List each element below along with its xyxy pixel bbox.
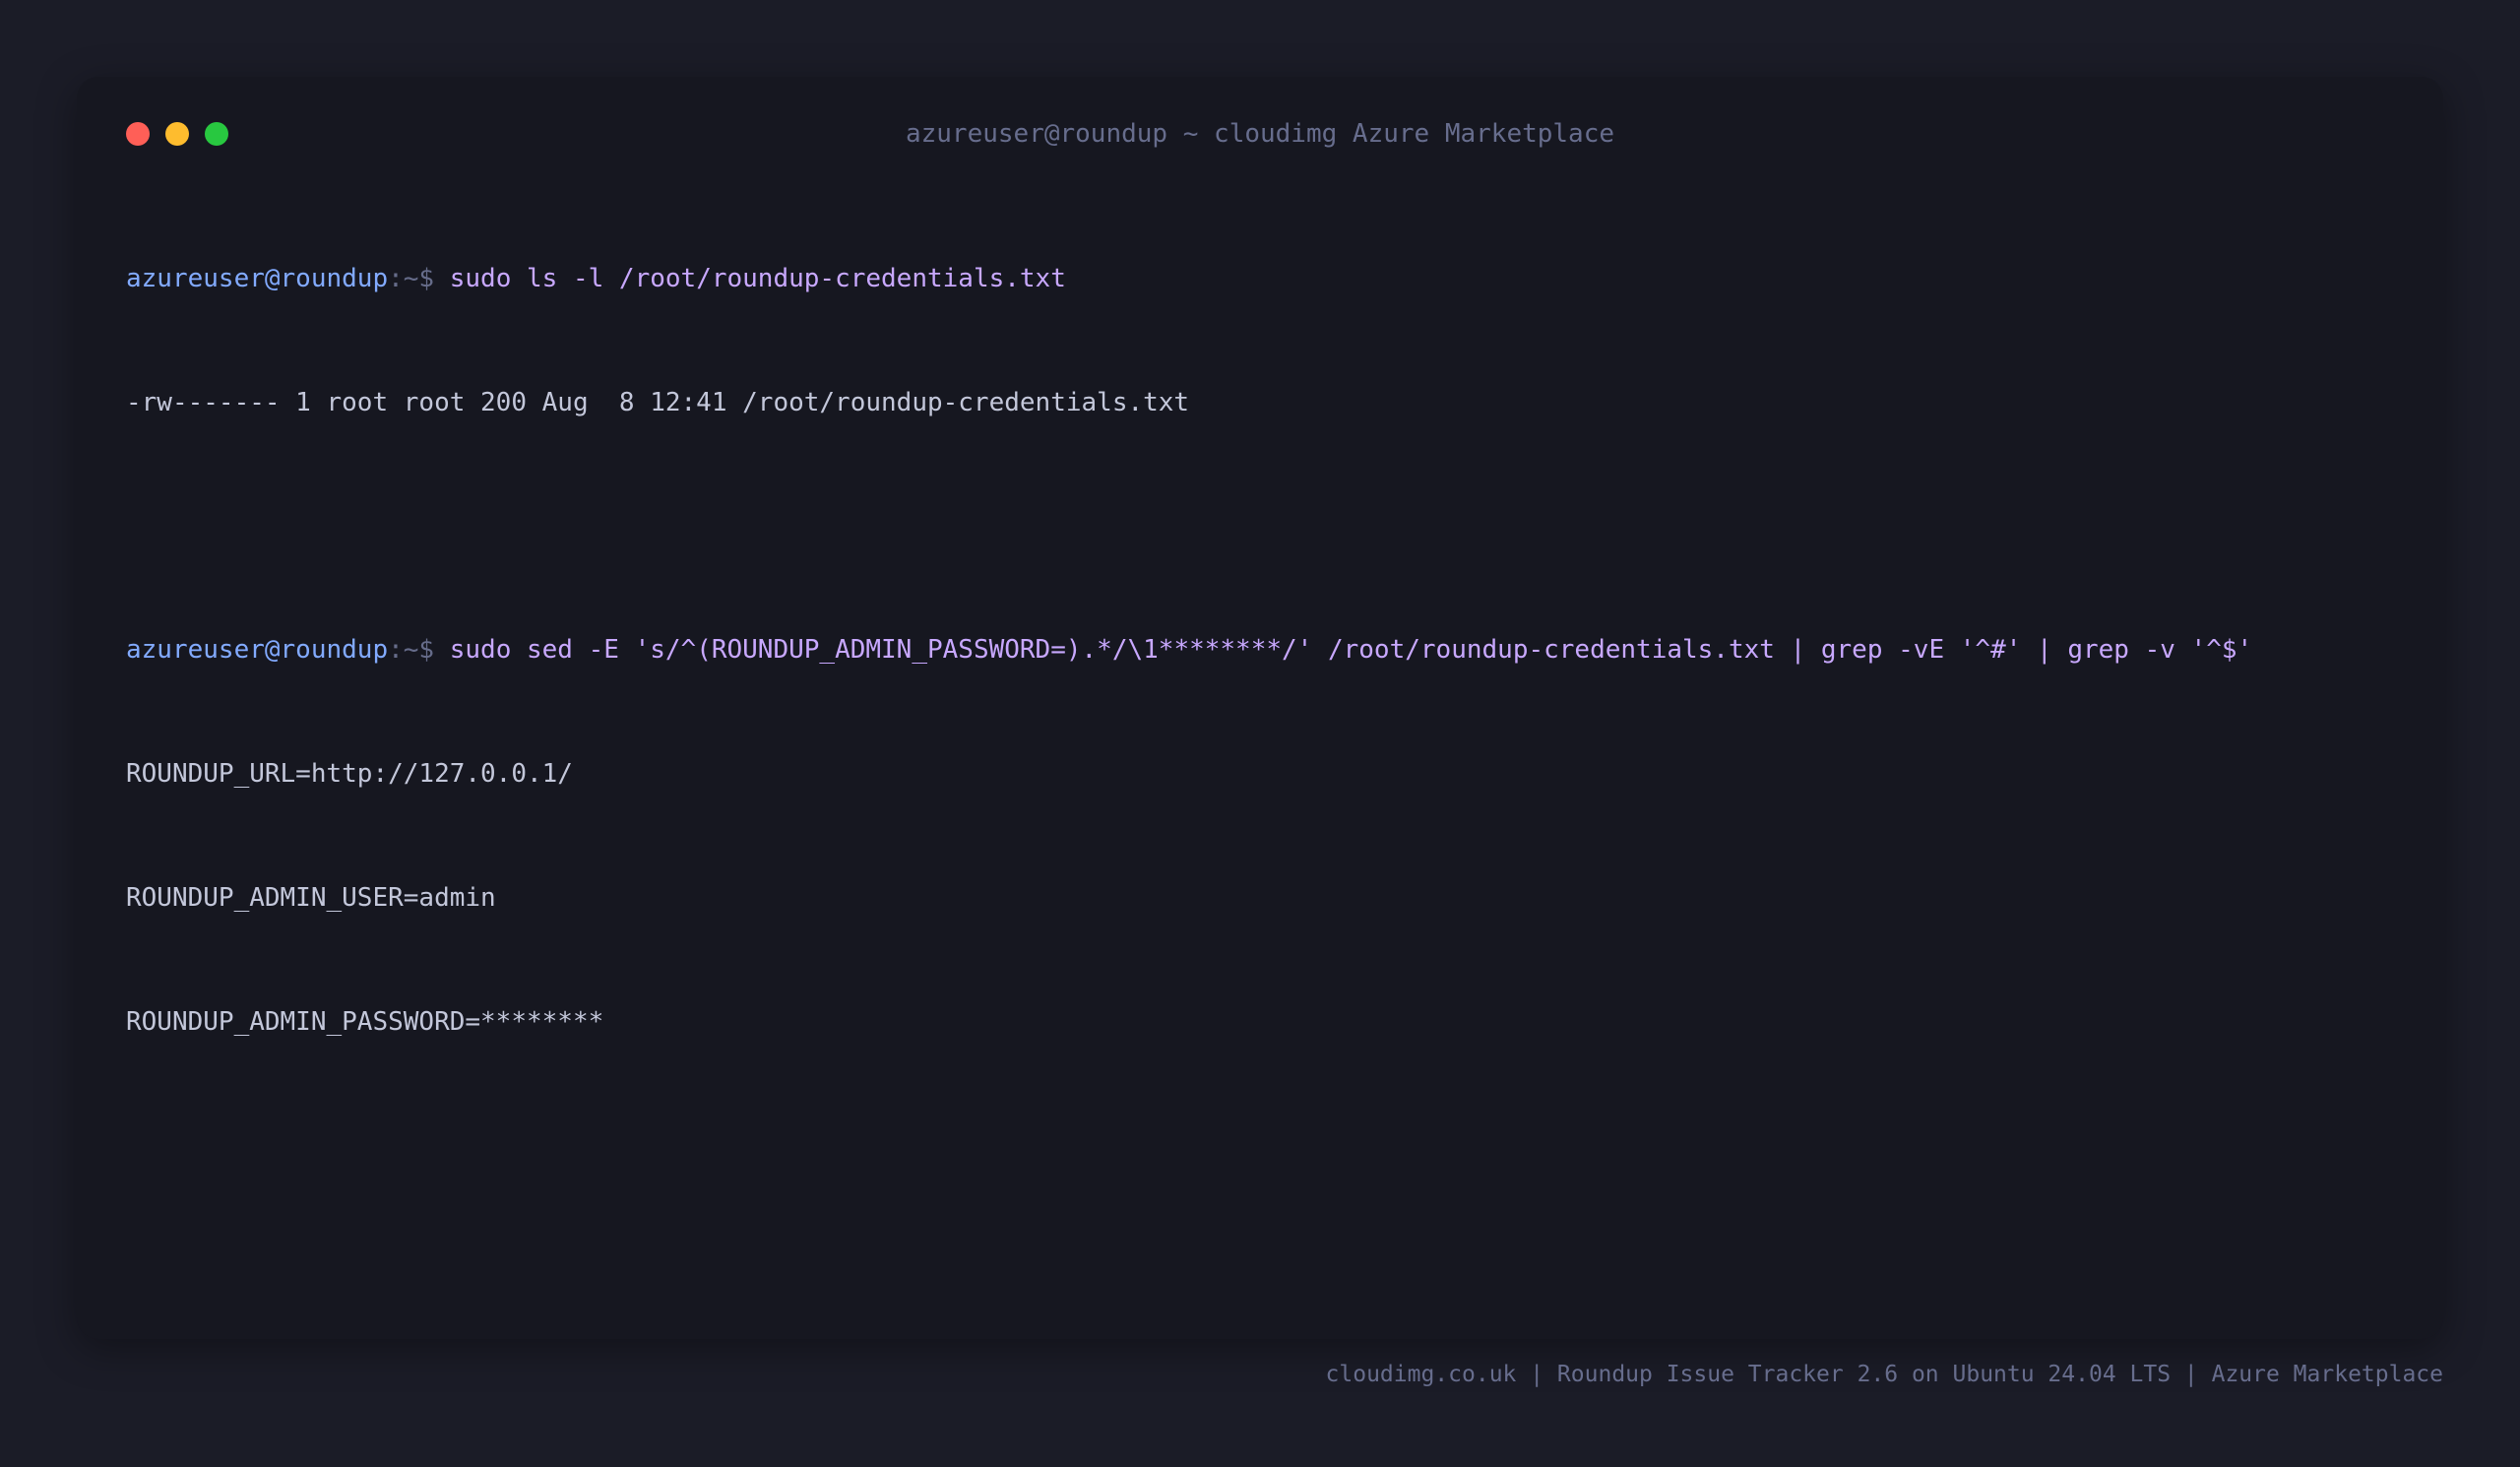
command-line: azureuser@roundup:~$ sudo ls -l /root/ro…: [126, 258, 2404, 299]
output-line: ROUNDUP_ADMIN_USER=admin: [126, 883, 496, 913]
command-line: azureuser@roundup:~$ sudo sed -E 's/^(RO…: [126, 629, 2404, 670]
output-line: -rw------- 1 root root 200 Aug 8 12:41 /…: [126, 388, 1190, 417]
prompt-separator: :~$: [388, 635, 450, 665]
command-input: sudo ls -l /root/roundup-credentials.txt: [449, 264, 1066, 293]
prompt-user: azureuser@roundup: [126, 264, 389, 293]
output-line: ROUNDUP_ADMIN_PASSWORD=********: [126, 1007, 604, 1037]
title-bar: azureuser@roundup ~ cloudimg Azure Marke…: [77, 77, 2443, 191]
footer-caption: cloudimg.co.uk | Roundup Issue Tracker 2…: [1325, 1362, 2443, 1387]
output-line: ROUNDUP_URL=http://127.0.0.1/: [126, 759, 573, 789]
command-input: sudo sed -E 's/^(ROUNDUP_ADMIN_PASSWORD=…: [449, 635, 2253, 665]
prompt-separator: :~$: [388, 264, 450, 293]
terminal-window[interactable]: azureuser@roundup ~ cloudimg Azure Marke…: [77, 77, 2443, 1339]
window-title: azureuser@roundup ~ cloudimg Azure Marke…: [905, 119, 1615, 149]
terminal-output-area[interactable]: azureuser@roundup:~$ sudo ls -l /root/ro…: [126, 175, 2404, 1125]
prompt-user: azureuser@roundup: [126, 635, 389, 665]
